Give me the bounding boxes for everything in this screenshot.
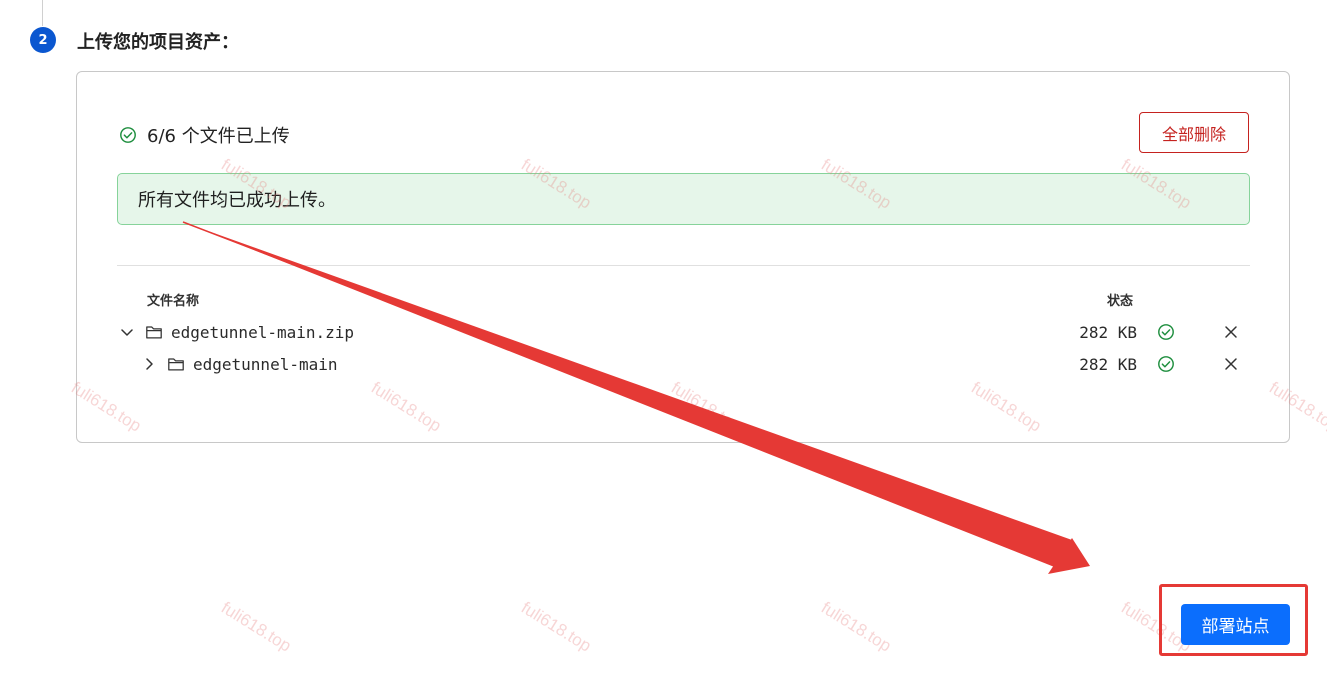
watermark: fuli618.top bbox=[217, 598, 295, 656]
success-banner: 所有文件均已成功上传。 bbox=[117, 173, 1250, 225]
upload-panel: 6/6 个文件已上传 全部删除 所有文件均已成功上传。 文件名称 状态 edge… bbox=[76, 71, 1290, 443]
success-message: 所有文件均已成功上传。 bbox=[138, 190, 336, 211]
delete-all-button[interactable]: 全部删除 bbox=[1139, 112, 1249, 153]
check-circle-icon bbox=[1157, 355, 1175, 373]
folder-icon bbox=[145, 323, 163, 341]
column-header-status: 状态 bbox=[1107, 294, 1134, 309]
watermark: fuli618.top bbox=[817, 598, 895, 656]
deploy-site-button[interactable]: 部署站点 bbox=[1181, 604, 1290, 645]
file-row: edgetunnel-main.zip 282 KB bbox=[117, 318, 1250, 346]
step-title: 上传您的项目资产： bbox=[77, 32, 239, 53]
divider bbox=[117, 265, 1250, 266]
upload-status: 6/6 个文件已上传 bbox=[119, 122, 290, 148]
upload-status-text: 6/6 个文件已上传 bbox=[147, 126, 290, 147]
folder-icon bbox=[167, 355, 185, 373]
chevron-down-icon[interactable] bbox=[119, 324, 135, 340]
watermark: fuli618.top bbox=[517, 598, 595, 656]
file-row: edgetunnel-main 282 KB bbox=[117, 350, 1250, 378]
check-circle-icon bbox=[119, 126, 137, 144]
chevron-right-icon[interactable] bbox=[141, 356, 157, 372]
file-size: 282 KB bbox=[1079, 354, 1137, 374]
step-number-badge: 2 bbox=[30, 27, 56, 53]
close-icon[interactable] bbox=[1223, 356, 1239, 372]
file-name: edgetunnel-main.zip bbox=[171, 322, 355, 342]
check-circle-icon bbox=[1157, 323, 1175, 341]
file-size: 282 KB bbox=[1079, 322, 1137, 342]
close-icon[interactable] bbox=[1223, 324, 1239, 340]
column-header-name: 文件名称 bbox=[147, 294, 200, 309]
file-name: edgetunnel-main bbox=[193, 354, 338, 374]
step-connector-line bbox=[42, 0, 43, 26]
